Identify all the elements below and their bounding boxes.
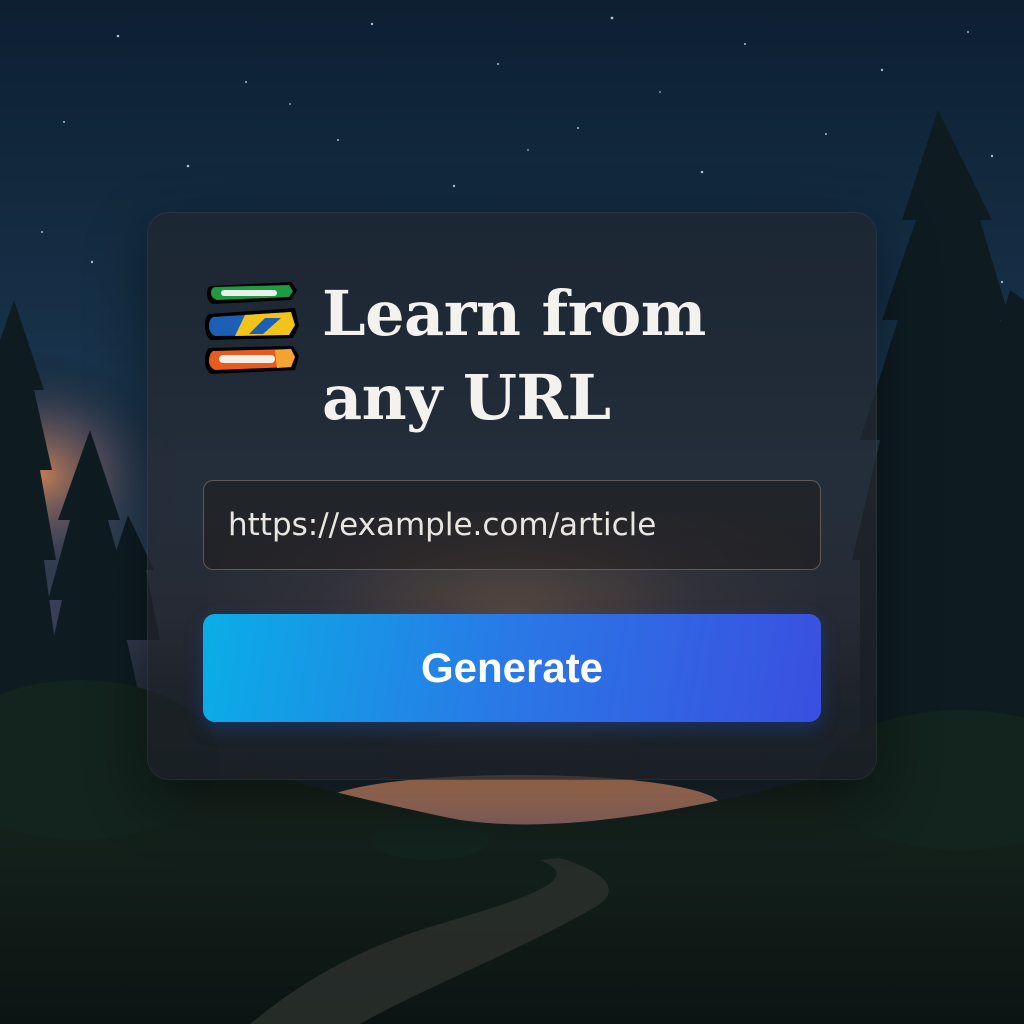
title-line-2: any URL	[322, 361, 611, 434]
generate-button[interactable]: Generate	[203, 614, 821, 722]
stacked-books-icon	[205, 282, 299, 374]
page-title: Learn from any URL	[322, 272, 842, 440]
title-line-1: Learn from	[322, 277, 706, 350]
url-input[interactable]	[203, 480, 821, 570]
